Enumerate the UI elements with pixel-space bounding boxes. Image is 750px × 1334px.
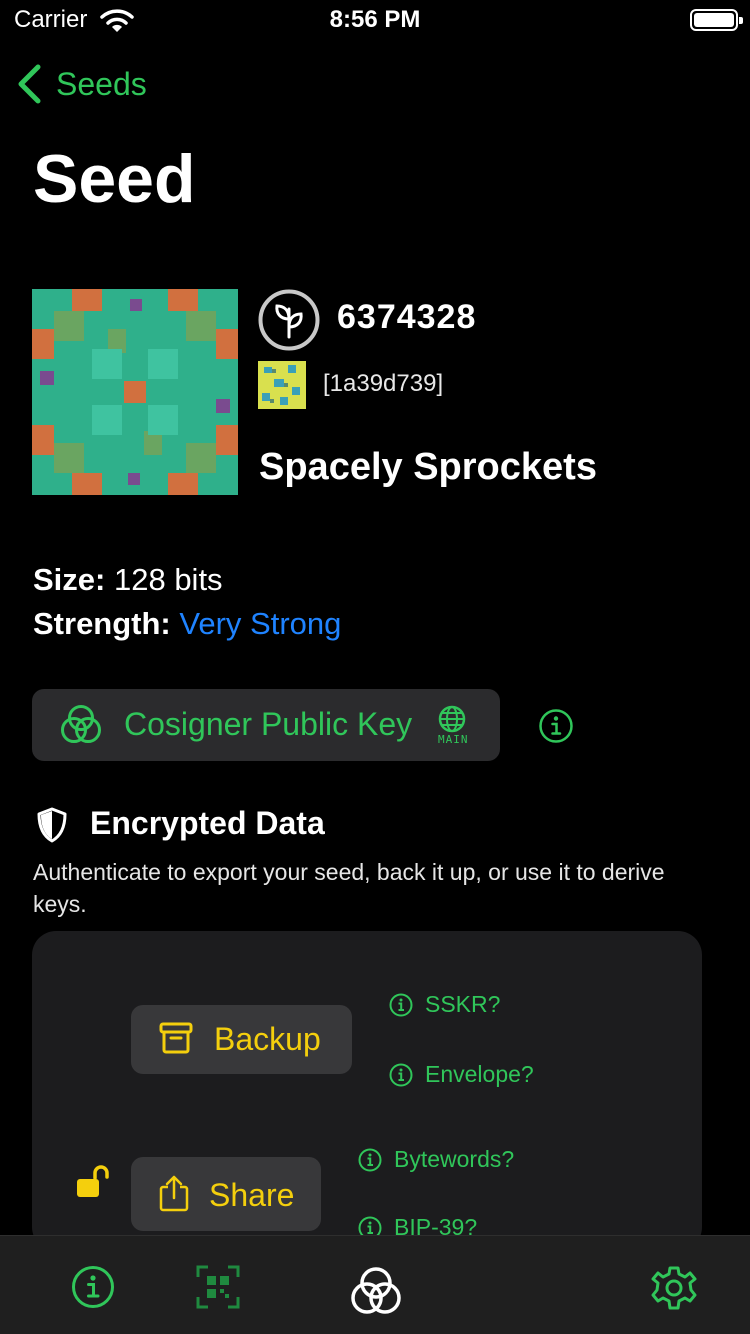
status-bar: Carrier 8:56 PM: [0, 0, 750, 40]
seed-fingerprint: [1a39d739]: [323, 370, 444, 397]
envelope-label: Envelope?: [425, 1061, 534, 1087]
size-label: Size:: [33, 562, 106, 597]
share-label: Share: [209, 1177, 295, 1213]
clock: 8:56 PM: [329, 6, 421, 33]
network-label: MAIN: [438, 733, 469, 746]
encrypted-data-description: Authenticate to export your seed, back i…: [33, 859, 665, 917]
backup-label: Backup: [214, 1021, 321, 1057]
page-title: Seed: [33, 141, 196, 217]
seed-size: Size: 128 bits: [33, 562, 223, 598]
strength-label: Strength:: [33, 606, 171, 641]
sskr-label: SSKR?: [425, 991, 501, 1017]
fingerprint-lifehash-image: [258, 361, 306, 409]
info-icon: [389, 1063, 413, 1086]
battery-icon: [690, 9, 743, 31]
info-icon: [358, 1148, 382, 1171]
back-label: Seeds: [56, 65, 147, 102]
info-icon: [389, 993, 413, 1016]
envelope-help-link[interactable]: Envelope?: [389, 1061, 534, 1088]
unlocked-padlock-icon: [77, 1165, 109, 1197]
globe-icon: [438, 705, 466, 733]
chevron-left-icon: [18, 64, 41, 104]
seed-strength: Strength: Very Strong: [33, 606, 341, 642]
blockchain-commons-icon[interactable]: [350, 1265, 402, 1317]
share-icon: [159, 1175, 189, 1212]
info-icon[interactable]: [71, 1265, 115, 1309]
strength-value[interactable]: Very Strong: [179, 606, 341, 641]
bottom-toolbar: [0, 1235, 750, 1334]
cosigner-info-icon[interactable]: [538, 708, 574, 744]
seed-id: 6374328: [337, 298, 477, 336]
seed-lifehash-image: [32, 289, 238, 495]
back-button[interactable]: Seeds: [16, 62, 147, 106]
bytewords-help-link[interactable]: Bytewords?: [358, 1146, 514, 1173]
cosigner-public-key-button[interactable]: Cosigner Public Key MAIN: [32, 689, 500, 761]
encrypted-data-title: Encrypted Data: [90, 805, 325, 841]
archive-box-icon: [159, 1022, 193, 1054]
shield-icon: [37, 807, 67, 843]
qr-scan-icon[interactable]: [196, 1265, 240, 1309]
seed-sprout-icon: [258, 289, 320, 351]
sskr-help-link[interactable]: SSKR?: [389, 991, 500, 1018]
settings-icon[interactable]: [651, 1265, 697, 1311]
cosigner-button-label: Cosigner Public Key: [124, 706, 413, 742]
size-value: 128 bits: [113, 562, 223, 597]
backup-button[interactable]: Backup: [131, 1005, 352, 1074]
cosigner-key-icon: [61, 705, 101, 743]
bytewords-label: Bytewords?: [394, 1146, 515, 1172]
seed-name: Spacely Sprockets: [259, 446, 597, 488]
share-button[interactable]: Share: [131, 1157, 321, 1231]
